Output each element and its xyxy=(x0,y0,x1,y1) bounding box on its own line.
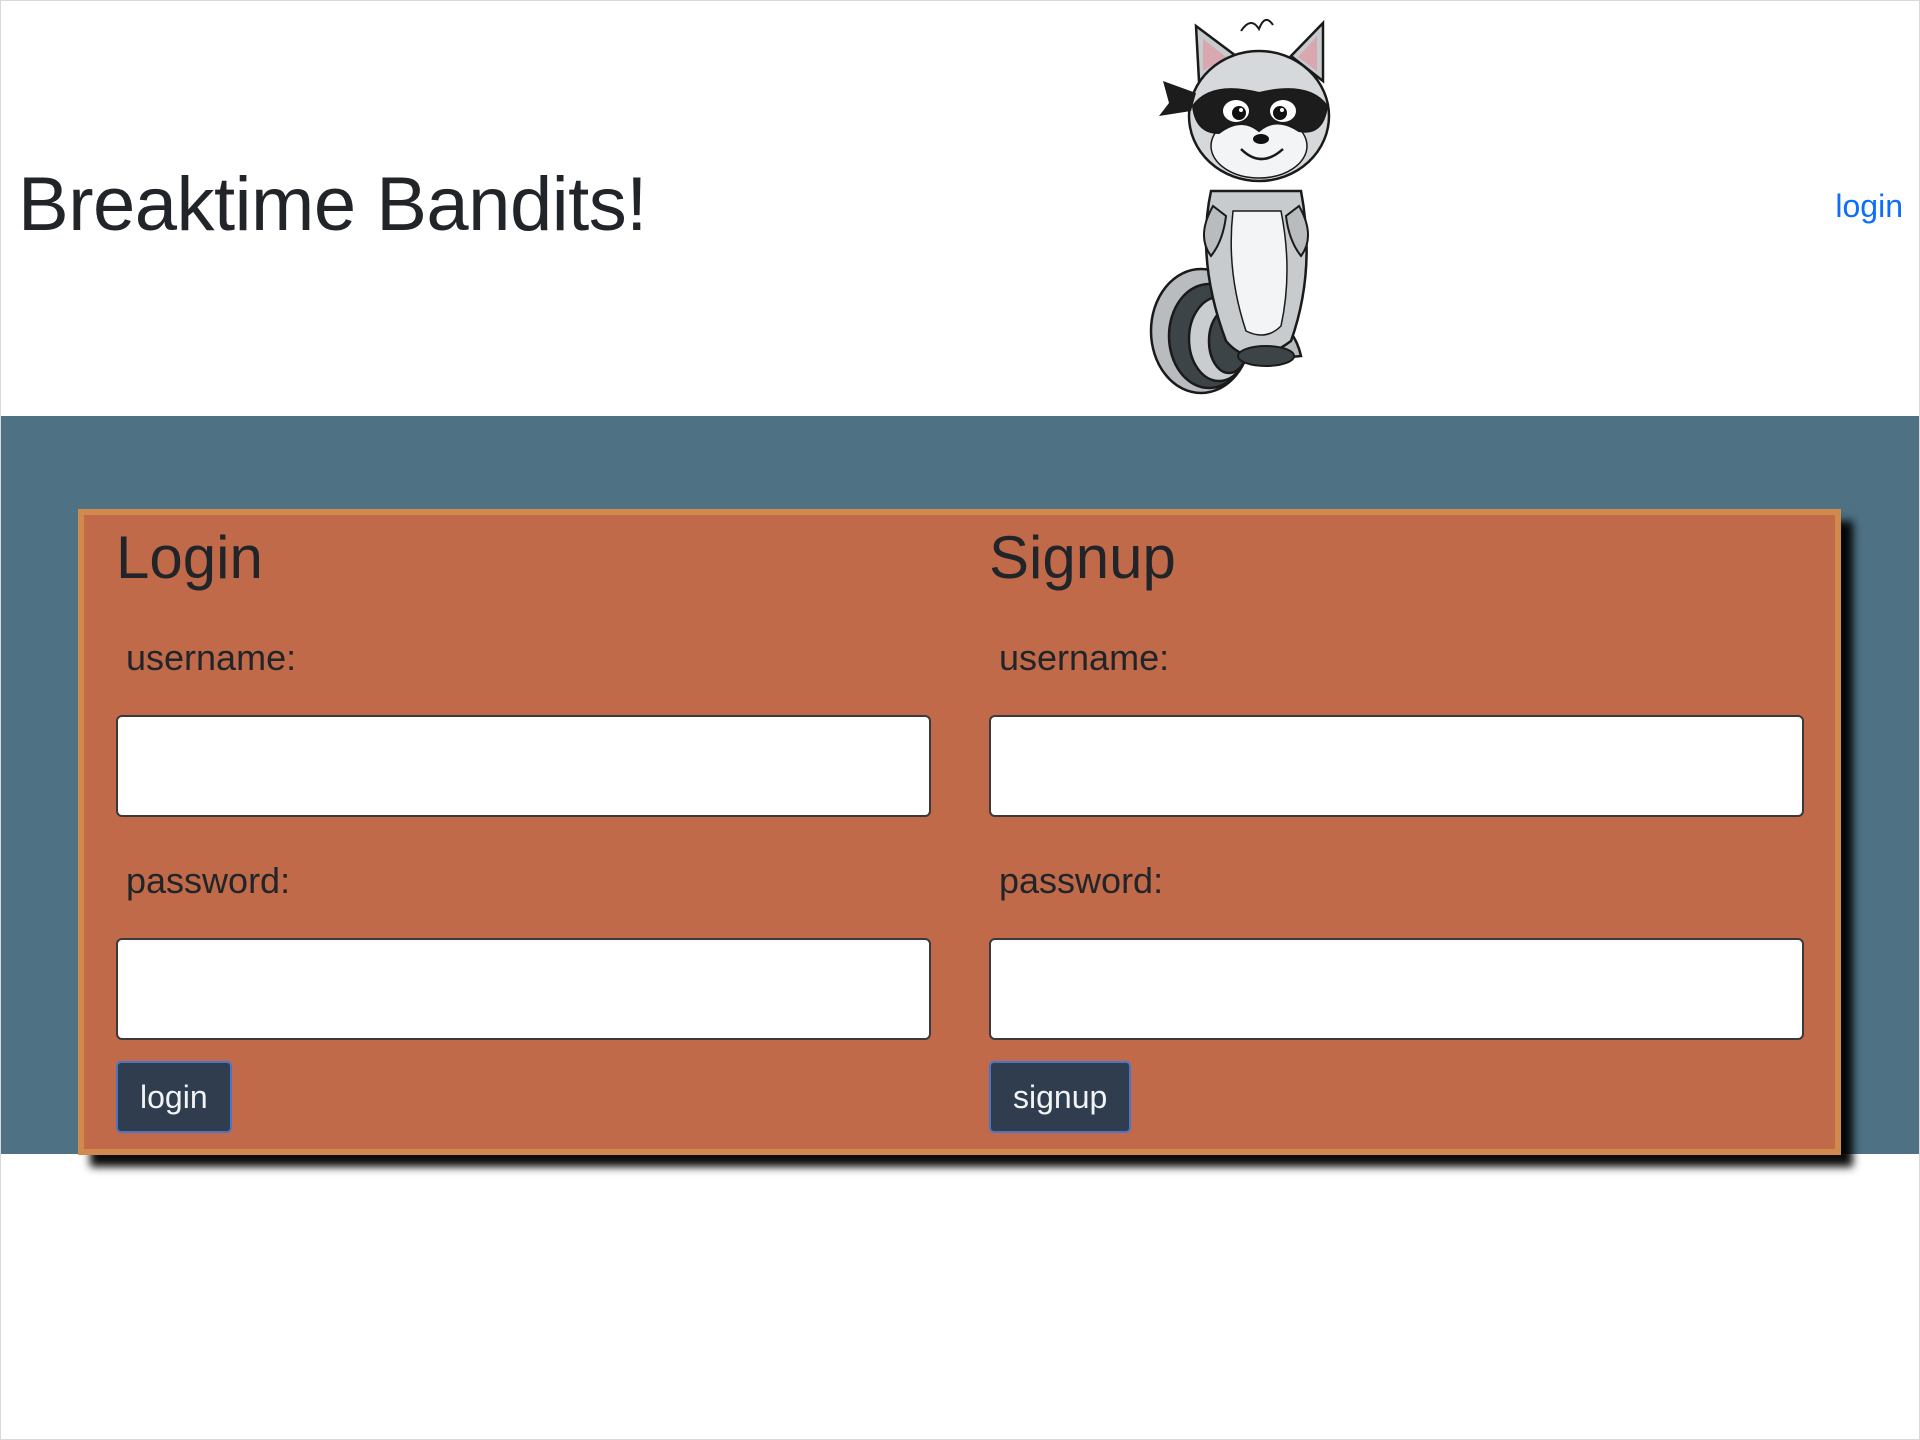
login-username-label: username: xyxy=(126,637,297,678)
signup-username-input[interactable] xyxy=(989,715,1804,817)
signup-password-input[interactable] xyxy=(989,938,1804,1040)
login-button[interactable]: login xyxy=(116,1061,232,1133)
signup-heading: Signup xyxy=(989,524,1176,591)
login-username-input[interactable] xyxy=(116,715,931,817)
nav-login-link[interactable]: login xyxy=(1835,188,1903,225)
login-password-label: password: xyxy=(126,860,291,901)
signup-button[interactable]: signup xyxy=(989,1061,1132,1133)
site-header: Breaktime Bandits! login xyxy=(1,1,1919,416)
raccoon-mascot-icon xyxy=(1149,18,1331,395)
signup-username-label: username: xyxy=(999,637,1170,678)
login-form: Login username: password: login xyxy=(116,515,931,1149)
login-password-input[interactable] xyxy=(116,938,931,1040)
signup-form: Signup username: password: signup xyxy=(989,515,1804,1149)
site-title: Breaktime Bandits! xyxy=(18,162,647,247)
page: Breaktime Bandits! login Login username:… xyxy=(0,0,1920,1440)
login-heading: Login xyxy=(116,524,263,591)
bandit-mask xyxy=(1191,88,1329,135)
auth-card: Login username: password: login Signup u… xyxy=(78,509,1841,1155)
signup-password-label: password: xyxy=(999,860,1164,901)
